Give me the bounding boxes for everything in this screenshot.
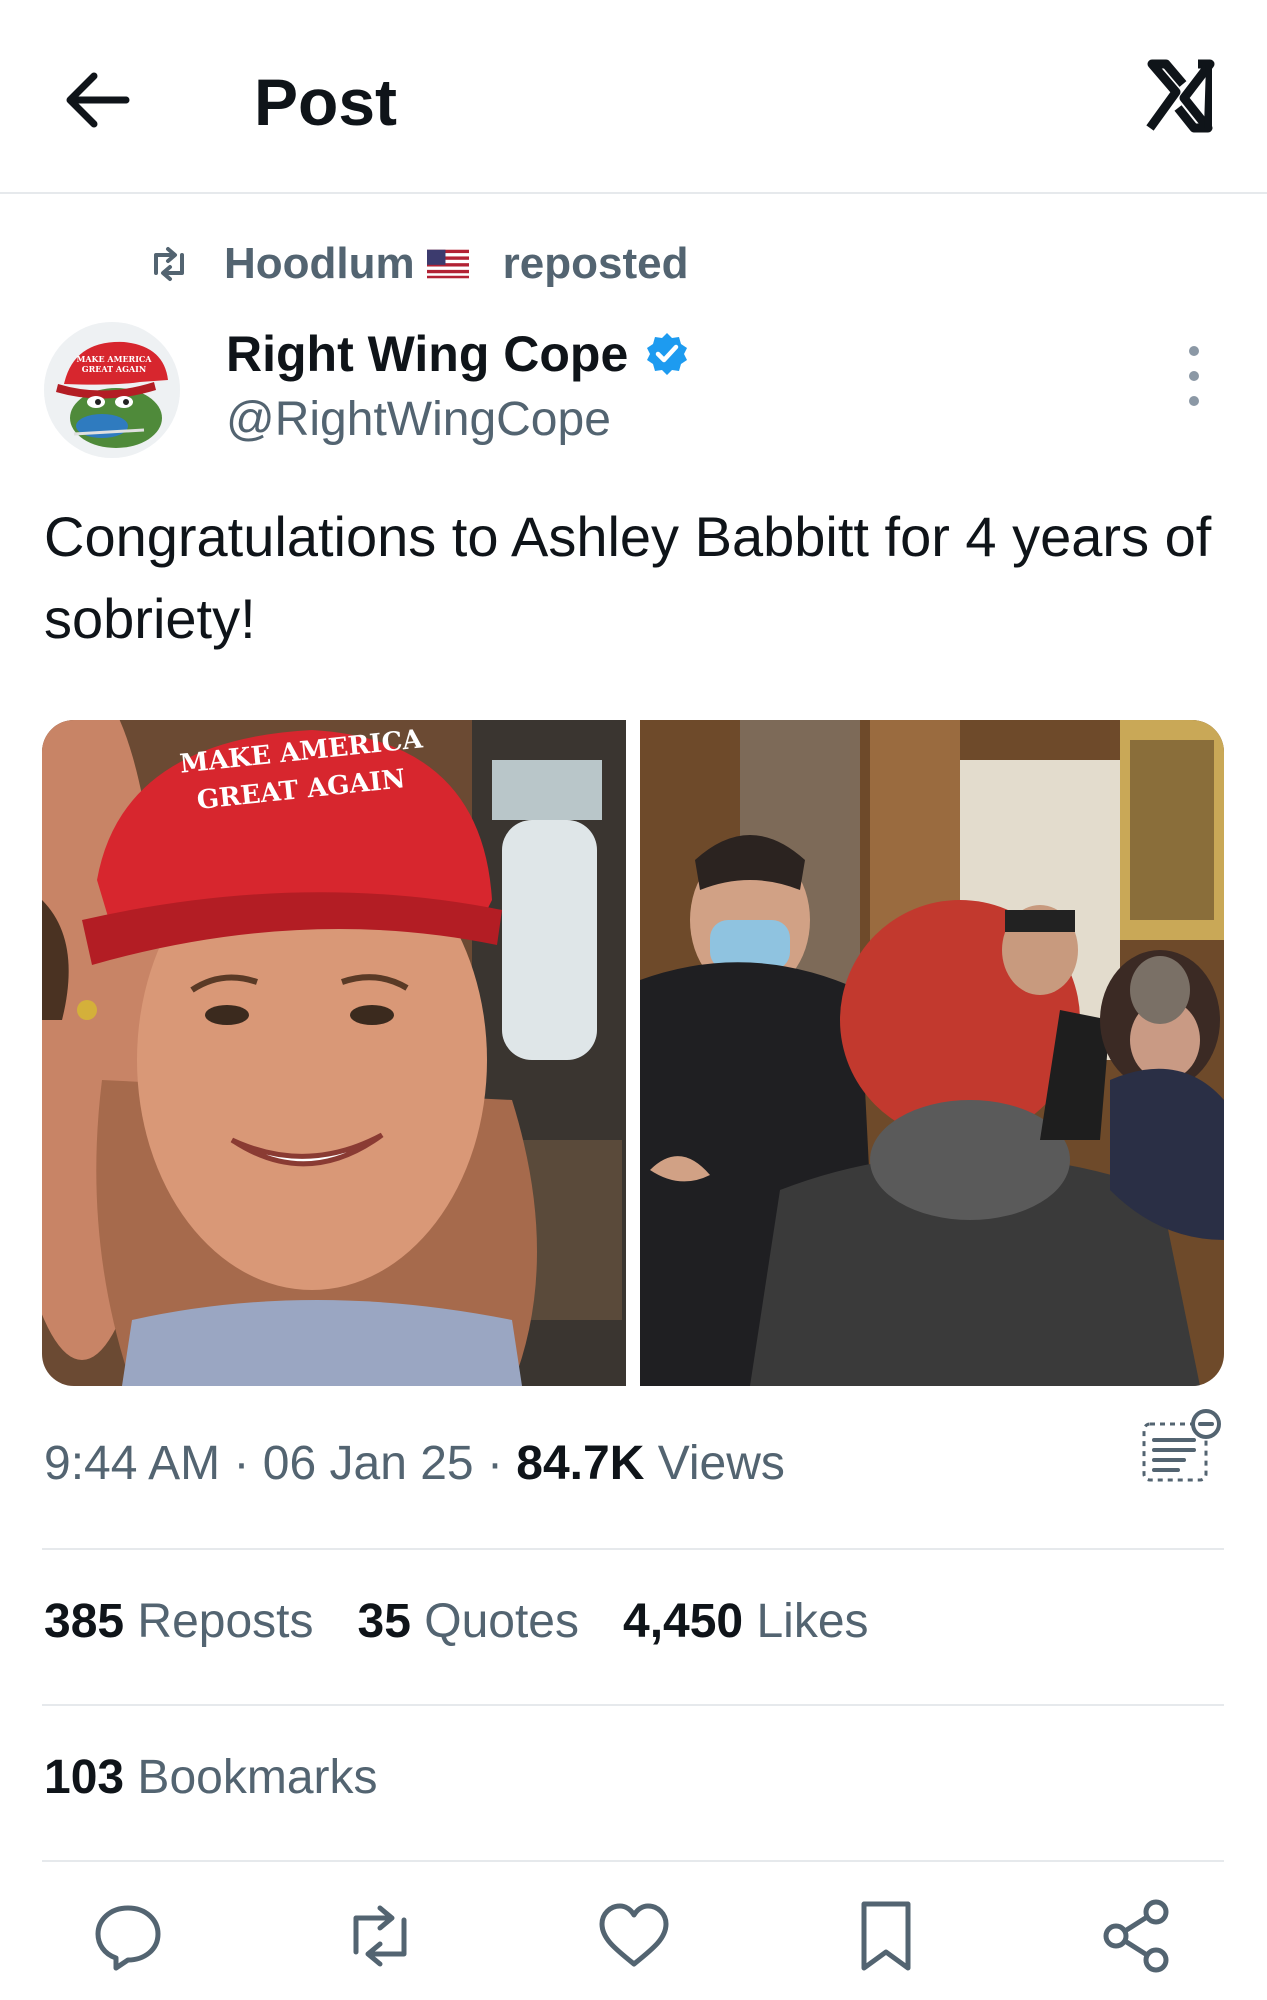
post-time: 9:44 AM bbox=[44, 1437, 221, 1490]
reposts-count: 385 bbox=[44, 1595, 125, 1648]
dot-icon bbox=[1189, 371, 1199, 381]
post-date: 06 Jan 25 bbox=[262, 1437, 474, 1490]
likes-stat[interactable]: 4,450 Likes bbox=[623, 1590, 869, 1654]
repost-user[interactable]: Hoodlum bbox=[224, 239, 415, 289]
top-bar: Post bbox=[0, 0, 1267, 194]
us-flag-icon bbox=[426, 249, 469, 279]
repost-suffix: reposted bbox=[502, 239, 689, 288]
heart-icon bbox=[599, 1903, 669, 1967]
divider bbox=[42, 1704, 1224, 1706]
bookmarks-count: 103 bbox=[44, 1751, 125, 1804]
post-image-2[interactable] bbox=[640, 720, 1224, 1386]
author-handle[interactable]: @RightWingCope bbox=[226, 390, 611, 450]
reply-icon bbox=[95, 1905, 161, 1971]
reposts-label: Reposts bbox=[124, 1595, 314, 1648]
post-image-1[interactable]: MAKE AMERICA GREAT AGAIN bbox=[42, 720, 626, 1386]
author-name[interactable]: Right Wing Cope bbox=[226, 322, 690, 386]
grok-summary-button[interactable] bbox=[1138, 1406, 1224, 1486]
divider bbox=[42, 1860, 1224, 1862]
author-name-text: Right Wing Cope bbox=[226, 326, 629, 382]
action-bar bbox=[0, 1896, 1267, 1976]
divider bbox=[42, 1548, 1224, 1550]
quotes-label: Quotes bbox=[410, 1595, 579, 1648]
dot-icon bbox=[1189, 346, 1199, 356]
share-button[interactable] bbox=[1098, 1896, 1178, 1976]
views-label: Views bbox=[644, 1437, 785, 1490]
bookmark-icon bbox=[861, 1901, 911, 1971]
share-icon bbox=[1103, 1899, 1169, 1973]
bookmarks-label: Bookmarks bbox=[124, 1751, 378, 1804]
dot-icon bbox=[1189, 396, 1199, 406]
meta-separator: · bbox=[473, 1437, 517, 1490]
page-title: Post bbox=[254, 65, 398, 139]
verified-badge-icon bbox=[647, 333, 688, 375]
views-count: 84.7K bbox=[516, 1437, 645, 1490]
repost-context[interactable]: Hoodlum reposted bbox=[148, 234, 688, 294]
post-media: MAKE AMERICA GREAT AGAIN bbox=[42, 720, 1224, 1386]
repost-icon bbox=[353, 1905, 407, 1967]
repost-button[interactable] bbox=[340, 1896, 420, 1976]
post-meta: 9:44 AM · 06 Jan 25 · 84.7K Views bbox=[44, 1432, 785, 1496]
bookmark-button[interactable] bbox=[846, 1896, 926, 1976]
svg-text:MAKE AMERICA: MAKE AMERICA bbox=[76, 354, 152, 364]
quotes-count: 35 bbox=[357, 1595, 411, 1648]
meta-separator: · bbox=[220, 1437, 263, 1490]
bookmarks-stat[interactable]: 103 Bookmarks bbox=[44, 1746, 378, 1810]
grok-summary-icon bbox=[1142, 1409, 1221, 1482]
likes-label: Likes bbox=[743, 1595, 869, 1648]
reposts-stat[interactable]: 385 Reposts bbox=[44, 1590, 314, 1654]
post-text: Congratulations to Ashley Babbitt for 4 … bbox=[44, 505, 1212, 650]
back-button[interactable] bbox=[60, 62, 136, 138]
arrow-left-icon bbox=[66, 72, 130, 128]
likes-count: 4,450 bbox=[623, 1595, 744, 1648]
repost-icon bbox=[154, 247, 184, 281]
engagement-stats: 385 Reposts 35 Quotes 4,450 Likes bbox=[44, 1590, 869, 1654]
reply-button[interactable] bbox=[88, 1896, 168, 1976]
avatar[interactable]: MAKE AMERICA GREAT AGAIN bbox=[44, 322, 180, 458]
svg-text:GREAT AGAIN: GREAT AGAIN bbox=[82, 364, 146, 374]
like-button[interactable] bbox=[594, 1896, 674, 1976]
quotes-stat[interactable]: 35 Quotes bbox=[358, 1590, 579, 1654]
x-logo-icon bbox=[1146, 58, 1222, 134]
more-options-button[interactable] bbox=[1176, 346, 1212, 406]
